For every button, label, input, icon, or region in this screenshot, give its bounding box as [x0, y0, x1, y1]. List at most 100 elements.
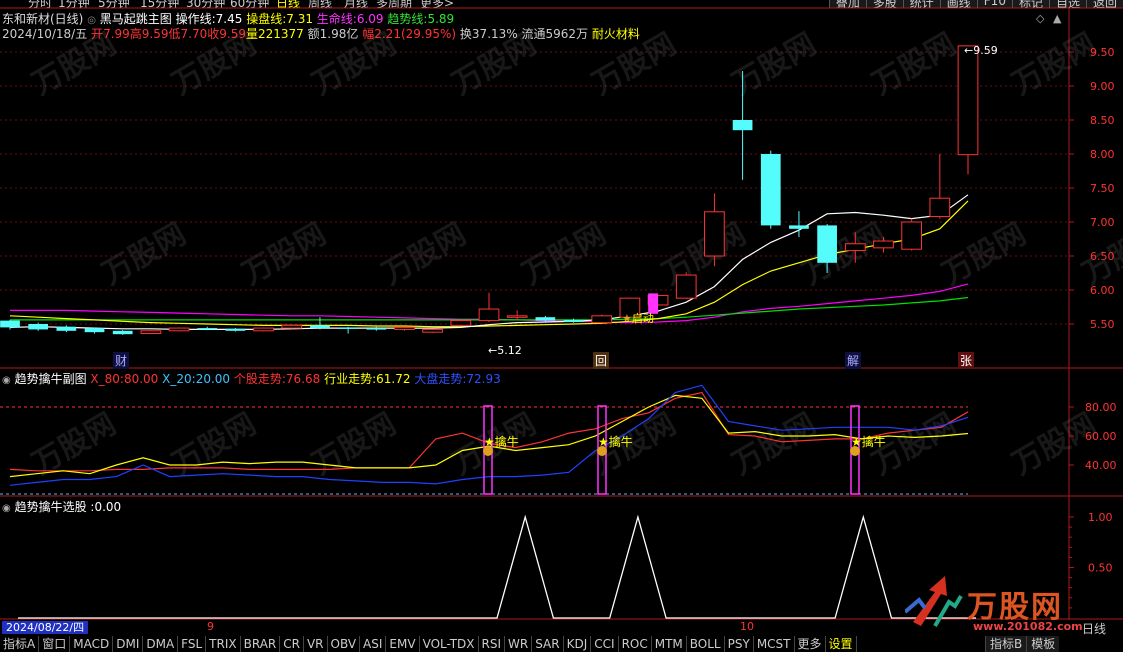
- arrow-left-icon: ←: [964, 44, 974, 57]
- watermark-text: 万股网: [727, 407, 822, 482]
- candle-body: [704, 211, 725, 257]
- tab-template[interactable]: 模板: [1026, 636, 1060, 652]
- sub2-title[interactable]: 趋势擒牛选股: [15, 500, 87, 514]
- low-label: 低: [168, 27, 181, 41]
- indicator-tab-5[interactable]: FSL: [178, 636, 207, 652]
- indicator-tab-4[interactable]: DMA: [143, 636, 179, 652]
- volume-value: 221377: [258, 27, 304, 41]
- indicator-tab-20[interactable]: MTM: [652, 636, 687, 652]
- indicator-tab-13[interactable]: VOL-TDX: [420, 636, 479, 652]
- volume-label: 量: [245, 27, 258, 41]
- life-line-label: 生命线:: [316, 12, 357, 26]
- select-subchart: [18, 514, 976, 619]
- candle-body: [253, 327, 274, 332]
- indicator-tab-2[interactable]: MACD: [70, 636, 114, 652]
- sub2-value: 0.00: [94, 500, 122, 514]
- trade-line-value: 7.31: [286, 12, 313, 26]
- chart-canvas[interactable]: 万股网 万股网 万股网 万股网 万股网 万股网 万股网 万股网万股网 万股网 万股网 万股网 万股网万…: [0, 0, 1123, 620]
- candle-body: [0, 320, 20, 328]
- candle-body: [817, 225, 837, 263]
- sub2-header: ◉ 趋势擒牛选股 :0.00: [2, 498, 121, 515]
- indicator-tab-23[interactable]: MCST: [754, 636, 795, 652]
- indicator-tab-17[interactable]: KDJ: [564, 636, 592, 652]
- indicator-tab-21[interactable]: BOLL: [687, 636, 725, 652]
- select-signal-line: [18, 514, 976, 619]
- candle-body: [563, 319, 584, 322]
- x80-label: X_80:: [90, 372, 124, 386]
- indicator-tab-8[interactable]: CR: [280, 636, 304, 652]
- chevron-down-icon[interactable]: ◉: [2, 375, 11, 386]
- close-value: 9.59: [219, 27, 246, 41]
- indicator-tab-18[interactable]: CCI: [591, 636, 619, 652]
- event-marker-return[interactable]: 回: [593, 352, 610, 369]
- bull-signal-2: ★擒牛: [598, 435, 633, 449]
- high-price-mark: ←9.59: [964, 44, 998, 57]
- indicator-tab-16[interactable]: SAR: [532, 636, 564, 652]
- price-axis-label: 9.00: [1090, 80, 1115, 93]
- indicator-tab-3[interactable]: DMI: [113, 636, 144, 652]
- event-marker-unlock[interactable]: 解: [845, 352, 862, 369]
- stock-trend-label: 个股走势:: [233, 372, 286, 386]
- trend-line-value: 5.89: [427, 12, 455, 26]
- indicator-tab-22[interactable]: PSY: [725, 636, 754, 652]
- candle-body: [535, 317, 556, 321]
- indicator-tab-12[interactable]: EMV: [386, 636, 420, 652]
- high-label: 高: [129, 27, 142, 41]
- up-icon[interactable]: ▲: [1053, 12, 1062, 25]
- watermark-text: 万股网: [307, 407, 402, 482]
- candle-body: [84, 328, 105, 333]
- indicator-tab-1[interactable]: 窗口: [39, 636, 71, 652]
- amount-label: 额: [307, 27, 320, 41]
- price-axis-label: 7.50: [1090, 182, 1115, 195]
- x80-value: 80.00: [123, 372, 159, 386]
- indicator-tab-10[interactable]: OBV: [328, 636, 361, 652]
- watermark-logo: 万股网 www.201082.com: [905, 572, 1095, 633]
- turnover-label: 换: [459, 27, 472, 41]
- stock-name[interactable]: 东和新材(日线): [2, 12, 83, 26]
- candle-body: [957, 45, 979, 156]
- candle-body: [844, 243, 866, 252]
- price-axis-label: 6.50: [1090, 250, 1115, 263]
- chevron-down-icon[interactable]: ◉: [2, 503, 11, 514]
- candle-body: [338, 327, 358, 329]
- trade-line-label: 操盘线:: [246, 12, 287, 26]
- tab-indicator-b[interactable]: 指标B: [985, 636, 1027, 652]
- sub1-axis-label: 60.00: [1085, 430, 1117, 443]
- indicator-tab-19[interactable]: ROC: [619, 636, 652, 652]
- market-trend-value: 72.93: [466, 372, 501, 386]
- indicator-tab-25[interactable]: 设置: [826, 636, 857, 652]
- diamond-icon[interactable]: ◇: [1036, 12, 1045, 25]
- life-line-value: 6.09: [356, 12, 384, 26]
- turnover-value: 37.13%: [471, 27, 518, 41]
- float-label: 流通: [521, 27, 546, 41]
- candle-body: [873, 240, 894, 249]
- candle-body: [197, 328, 218, 330]
- candle-body: [591, 315, 613, 324]
- close-label: 收: [207, 27, 220, 41]
- sub1-title[interactable]: 趋势擒牛副图: [15, 372, 87, 386]
- arrow-left-icon: ←: [488, 344, 498, 357]
- candle-body: [140, 330, 162, 335]
- watermark-text: 万股网: [797, 217, 892, 292]
- open-value: 7.99: [103, 27, 130, 41]
- indicator-tab-9[interactable]: VR: [304, 636, 328, 652]
- event-marker-limit-up[interactable]: 张: [958, 352, 975, 369]
- event-marker-finance[interactable]: 财: [113, 352, 130, 369]
- sector-label[interactable]: 耐火材料: [592, 27, 640, 41]
- indicator-tab-0[interactable]: 指标A: [0, 636, 40, 652]
- watermark-text: 万股网: [867, 27, 962, 102]
- indicator-tab-24[interactable]: 更多: [795, 636, 826, 652]
- price-axis: 9.50 9.00 8.50 8.00 7.50 7.00 6.50 6.00 5.50 80.0…: [1069, 46, 1117, 609]
- indicator-tab-14[interactable]: RSI: [479, 636, 506, 652]
- industry-trend-value: 61.72: [376, 372, 411, 386]
- candle-body: [225, 328, 246, 331]
- indicator-tab-15[interactable]: WR: [505, 636, 533, 652]
- candle-body: [478, 308, 500, 322]
- indicator-tab-11[interactable]: ASI: [360, 636, 387, 652]
- price-axis-label: 6.00: [1090, 284, 1115, 297]
- indicator-name[interactable]: 黑马起跳主图: [100, 12, 172, 26]
- watermark-text: 万股网: [377, 217, 472, 292]
- industry-trend-label: 行业走势:: [324, 372, 377, 386]
- indicator-tab-6[interactable]: TRIX: [206, 636, 241, 652]
- indicator-tab-7[interactable]: BRAR: [241, 636, 281, 652]
